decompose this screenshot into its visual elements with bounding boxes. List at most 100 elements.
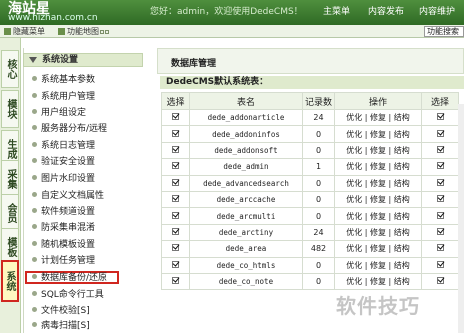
row-checkbox-cell-2 bbox=[421, 125, 459, 143]
table-row: dede_admin 1 优化 | 修复 | 结构 bbox=[161, 158, 459, 176]
tab-core[interactable]: 核心 bbox=[1, 50, 19, 88]
optimize-link[interactable]: 优化 bbox=[346, 195, 362, 204]
menu-item-database-backup[interactable]: 数据库备份/还原 bbox=[25, 271, 119, 284]
menu-item[interactable]: 系统用户管理 bbox=[32, 91, 95, 104]
structure-link[interactable]: 结构 bbox=[394, 179, 410, 188]
structure-link[interactable]: 结构 bbox=[394, 162, 410, 171]
bullet-icon bbox=[32, 241, 37, 246]
menu-item[interactable]: 自定义文档属性 bbox=[32, 190, 104, 203]
row-checkbox-2[interactable] bbox=[436, 178, 444, 186]
row-checkbox-2[interactable] bbox=[436, 145, 444, 153]
menu-item[interactable]: 用户组设定 bbox=[32, 107, 86, 120]
menu-item[interactable]: 软件频道设置 bbox=[32, 206, 95, 219]
menu-item[interactable]: 文件校验[S] bbox=[32, 305, 90, 318]
structure-link[interactable]: 结构 bbox=[394, 212, 410, 221]
tab-members[interactable]: 会员 bbox=[1, 194, 19, 232]
row-checkbox-2[interactable] bbox=[436, 244, 444, 252]
menu-item[interactable]: 防采集串混淆 bbox=[32, 222, 95, 235]
structure-link[interactable]: 结构 bbox=[394, 146, 410, 155]
structure-link[interactable]: 结构 bbox=[394, 277, 410, 286]
structure-link[interactable]: 结构 bbox=[394, 261, 410, 270]
row-checkbox[interactable] bbox=[172, 162, 179, 170]
row-checkbox-2[interactable] bbox=[436, 227, 444, 235]
menu-item[interactable]: 验证安全设置 bbox=[32, 156, 95, 169]
optimize-link[interactable]: 优化 bbox=[346, 179, 362, 188]
table-name: dede_advancedsearch bbox=[189, 174, 303, 192]
bullet-icon bbox=[32, 142, 37, 147]
optimize-link[interactable]: 优化 bbox=[346, 162, 362, 171]
row-checkbox-cell bbox=[161, 223, 190, 242]
row-checkbox[interactable] bbox=[172, 113, 179, 121]
row-checkbox-2[interactable] bbox=[436, 129, 444, 137]
repair-link[interactable]: 修复 bbox=[370, 261, 386, 270]
optimize-link[interactable]: 优化 bbox=[346, 146, 362, 155]
structure-link[interactable]: 结构 bbox=[394, 244, 410, 253]
repair-link[interactable]: 修复 bbox=[370, 179, 386, 188]
repair-link[interactable]: 修复 bbox=[370, 113, 386, 122]
row-checkbox[interactable] bbox=[172, 244, 179, 252]
menu-item[interactable]: 随机模板设置 bbox=[32, 239, 95, 252]
optimize-link[interactable]: 优化 bbox=[346, 130, 362, 139]
row-checkbox[interactable] bbox=[172, 195, 179, 203]
repair-link[interactable]: 修复 bbox=[370, 195, 386, 204]
tab-system[interactable]: 系统 bbox=[1, 260, 19, 302]
header-select: 选择 bbox=[161, 92, 190, 110]
row-checkbox[interactable] bbox=[172, 211, 179, 219]
function-search-input[interactable]: 功能搜索 bbox=[424, 26, 464, 37]
row-checkbox[interactable] bbox=[172, 178, 179, 186]
menu-item[interactable]: 系统日志管理 bbox=[32, 140, 95, 153]
row-checkbox[interactable] bbox=[172, 227, 179, 235]
optimize-link[interactable]: 优化 bbox=[346, 244, 362, 253]
optimize-link[interactable]: 优化 bbox=[346, 113, 362, 122]
bullet-icon bbox=[32, 322, 37, 327]
row-checkbox[interactable] bbox=[172, 129, 179, 137]
row-checkbox-2[interactable] bbox=[436, 260, 444, 268]
function-map-button[interactable]: 功能地图 bbox=[58, 26, 109, 37]
row-checkbox[interactable] bbox=[172, 145, 179, 153]
menu-item[interactable]: 计划任务管理 bbox=[32, 255, 95, 268]
structure-link[interactable]: 结构 bbox=[394, 195, 410, 204]
menu-item[interactable]: 病毒扫描[S] bbox=[32, 320, 90, 333]
record-count: 24 bbox=[302, 108, 335, 127]
row-checkbox-2[interactable] bbox=[436, 162, 444, 170]
repair-link[interactable]: 修复 bbox=[370, 277, 386, 286]
menu-item[interactable]: 服务器分布/远程 bbox=[32, 123, 107, 136]
optimize-link[interactable]: 优化 bbox=[346, 212, 362, 221]
nav-content-maintain[interactable]: 内容维护 bbox=[419, 4, 455, 17]
menu-item[interactable]: 图片水印设置 bbox=[32, 173, 95, 186]
menu-item[interactable]: SQL命令行工具 bbox=[32, 289, 104, 302]
row-checkbox-2[interactable] bbox=[436, 277, 444, 285]
row-checkbox[interactable] bbox=[172, 277, 179, 285]
repair-link[interactable]: 修复 bbox=[370, 212, 386, 221]
row-checkbox-2[interactable] bbox=[436, 195, 444, 203]
structure-link[interactable]: 结构 bbox=[394, 130, 410, 139]
repair-link[interactable]: 修复 bbox=[370, 146, 386, 155]
row-checkbox-2[interactable] bbox=[436, 211, 444, 219]
action-links: 优化 | 修复 | 结构 bbox=[334, 272, 422, 291]
bullet-icon bbox=[32, 93, 37, 98]
optimize-link[interactable]: 优化 bbox=[346, 228, 362, 237]
record-count: 0 bbox=[302, 125, 335, 143]
repair-link[interactable]: 修复 bbox=[370, 228, 386, 237]
optimize-link[interactable]: 优化 bbox=[346, 277, 362, 286]
optimize-link[interactable]: 优化 bbox=[346, 261, 362, 270]
repair-link[interactable]: 修复 bbox=[370, 244, 386, 253]
nav-main-menu[interactable]: 主菜单 bbox=[323, 4, 350, 17]
tab-collect[interactable]: 采集 bbox=[1, 160, 19, 198]
structure-link[interactable]: 结构 bbox=[394, 228, 410, 237]
tab-modules[interactable]: 模块 bbox=[1, 90, 19, 128]
menu-heading[interactable]: 系统设置 bbox=[23, 53, 143, 67]
header-select-2: 选择 bbox=[421, 92, 459, 110]
row-checkbox-2[interactable] bbox=[436, 113, 444, 121]
structure-link[interactable]: 结构 bbox=[394, 113, 410, 122]
hide-menu-button[interactable]: 隐藏菜单 bbox=[4, 26, 45, 37]
repair-link[interactable]: 修复 bbox=[370, 130, 386, 139]
scrollbar[interactable] bbox=[458, 104, 464, 333]
row-checkbox[interactable] bbox=[172, 260, 179, 268]
table-name: dede_arcmulti bbox=[189, 207, 303, 225]
menu-item[interactable]: 系统基本参数 bbox=[32, 74, 95, 87]
repair-link[interactable]: 修复 bbox=[370, 162, 386, 171]
table-header-row: 选择 表名 记录数 操作 选择 bbox=[161, 92, 459, 110]
nav-content-publish[interactable]: 内容发布 bbox=[368, 4, 404, 17]
table-name: dede_arctiny bbox=[189, 223, 303, 242]
